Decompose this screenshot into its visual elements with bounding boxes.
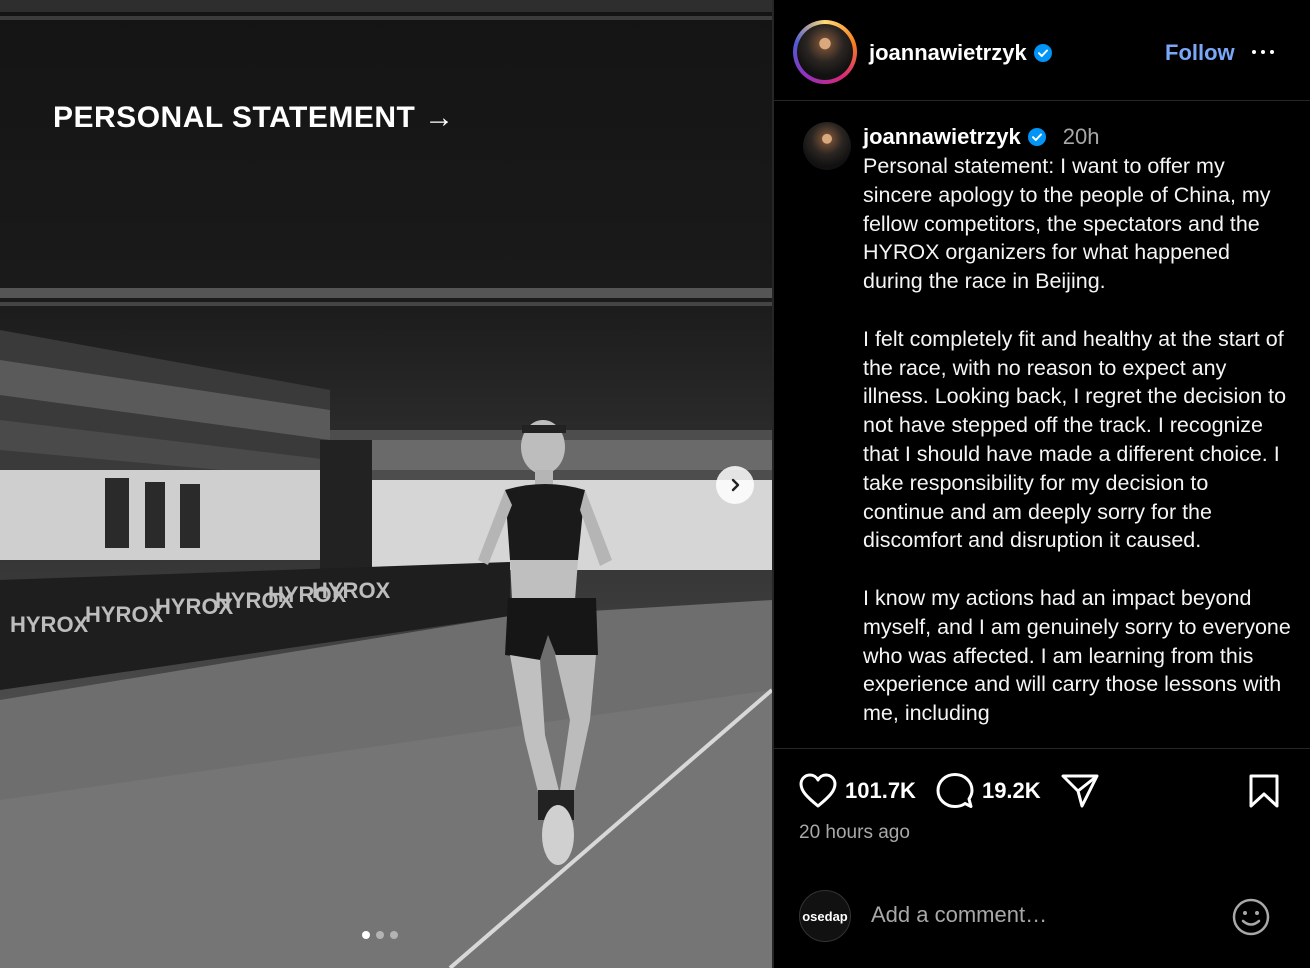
post-actions: 101.7K 19.2K	[799, 770, 1119, 812]
emoji-button[interactable]	[1231, 897, 1271, 942]
caption-header: joannawietrzyk 20h	[863, 124, 1099, 150]
caption-avatar-image	[803, 122, 851, 170]
bookmark-icon[interactable]	[1248, 774, 1280, 808]
svg-text:HYROX: HYROX	[312, 578, 391, 603]
commenter-avatar: osedap	[799, 890, 851, 942]
follow-button[interactable]: Follow	[1165, 40, 1235, 66]
verified-badge-icon	[1027, 128, 1046, 146]
share-action[interactable]	[1061, 773, 1099, 809]
post-side-panel: joannawietrzyk Follow joannawietrzyk 20h…	[774, 0, 1310, 968]
save-button[interactable]	[1248, 774, 1280, 813]
comment-count[interactable]: 19.2K	[982, 778, 1041, 804]
heart-icon[interactable]	[799, 773, 837, 809]
race-photo: HYROX HYROX HYROX HYROX HYROX HYROX	[0, 0, 772, 968]
media-overlay-title: PERSONAL STATEMENT →	[53, 101, 455, 134]
caption-username[interactable]: joannawietrzyk	[863, 124, 1021, 150]
caption-avatar[interactable]	[803, 122, 851, 170]
carousel-dot-1	[362, 931, 370, 939]
comment-action[interactable]: 19.2K	[936, 772, 1041, 810]
instagram-post: HYROX HYROX HYROX HYROX HYROX HYROX PERS…	[0, 0, 1310, 968]
avatar-image	[797, 24, 853, 80]
post-media[interactable]: HYROX HYROX HYROX HYROX HYROX HYROX PERS…	[0, 0, 772, 968]
comment-icon[interactable]	[936, 772, 974, 810]
carousel-next-button[interactable]	[716, 466, 754, 504]
post-header: joannawietrzyk Follow	[774, 0, 1310, 101]
like-count[interactable]: 101.7K	[845, 778, 916, 804]
emoji-icon[interactable]	[1231, 897, 1271, 937]
svg-text:HYROX: HYROX	[10, 612, 89, 637]
caption-timestamp[interactable]: 20h	[1063, 124, 1100, 150]
header-avatar[interactable]	[793, 20, 857, 84]
posted-time: 20 hours ago	[799, 822, 910, 843]
share-icon[interactable]	[1061, 773, 1099, 809]
carousel-dots	[362, 931, 398, 939]
header-username[interactable]: joannawietrzyk	[869, 40, 1053, 66]
actions-divider	[774, 748, 1310, 749]
carousel-dot-2	[376, 931, 384, 939]
like-action[interactable]: 101.7K	[799, 773, 916, 809]
carousel-dot-3	[390, 931, 398, 939]
comment-input[interactable]	[871, 902, 1211, 928]
header-username-text[interactable]: joannawietrzyk	[869, 40, 1027, 66]
chevron-right-icon	[731, 478, 740, 492]
more-options-icon[interactable]	[1252, 50, 1274, 54]
svg-text:HYROX: HYROX	[85, 602, 164, 627]
verified-badge-icon	[1033, 44, 1052, 62]
caption-text: Personal statement: I want to offer my s…	[863, 154, 1291, 726]
